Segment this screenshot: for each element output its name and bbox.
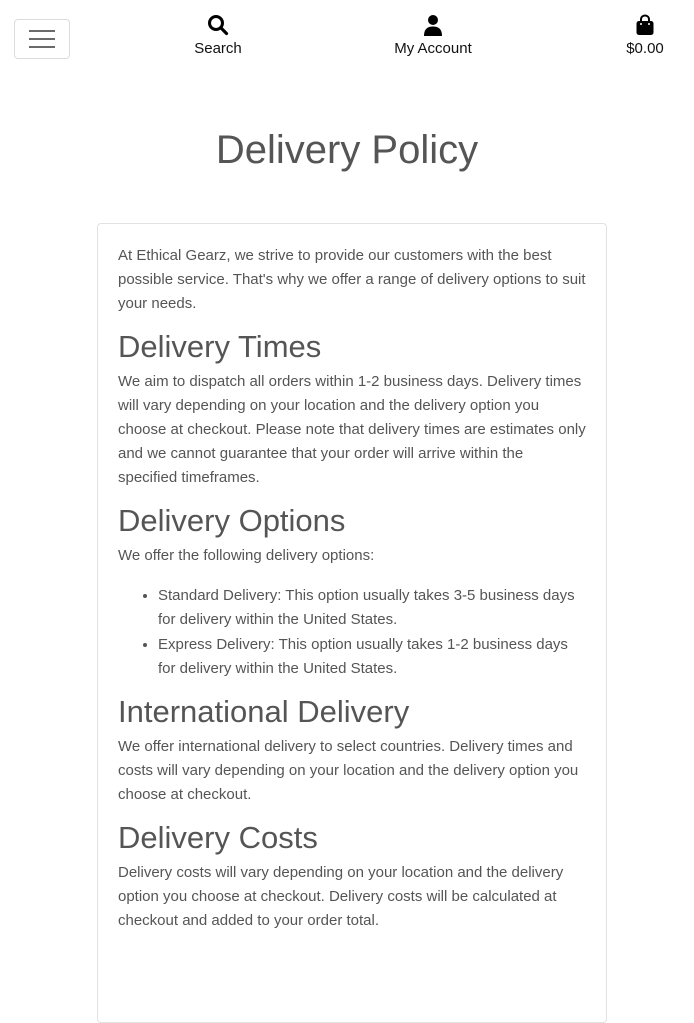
shopping-bag-link[interactable]: $0.00: [617, 14, 673, 58]
section-body-delivery-options: We offer the following delivery options:: [118, 547, 375, 564]
menu-toggle-button[interactable]: [14, 19, 70, 59]
section-heading-delivery-costs: Delivery Costs: [118, 820, 318, 855]
section-heading-delivery-options: Delivery Options: [118, 503, 346, 538]
user-icon: [424, 15, 442, 36]
my-account-link[interactable]: My Account: [383, 14, 483, 58]
section-heading-international-delivery: International Delivery: [118, 694, 410, 729]
section-body-delivery-times: We aim to dispatch all orders within 1-2…: [118, 373, 586, 486]
section-body-delivery-costs: Delivery costs will vary depending on yo…: [118, 864, 564, 929]
list-item: Express Delivery: This option usually ta…: [158, 633, 586, 681]
delivery-options-list: Standard Delivery: This option usually t…: [158, 584, 586, 681]
page-title: Delivery Policy: [215, 128, 479, 172]
section-heading-delivery-times: Delivery Times: [118, 329, 322, 364]
bag-total: $0.00: [626, 40, 664, 57]
intro-paragraph: At Ethical Gearz, we strive to provide o…: [118, 247, 586, 312]
search-link[interactable]: Search: [190, 14, 246, 58]
section-body-international-delivery: We offer international delivery to selec…: [118, 738, 579, 803]
list-item: Standard Delivery: This option usually t…: [158, 584, 586, 632]
search-icon: [208, 15, 229, 36]
search-label: Search: [194, 40, 242, 57]
policy-card: At Ethical Gearz, we strive to provide o…: [97, 223, 607, 1023]
hamburger-icon: [29, 30, 55, 48]
my-account-label: My Account: [394, 40, 472, 57]
shopping-bag-icon: [636, 14, 654, 35]
site-header: Search My Account $0.00: [0, 0, 694, 80]
